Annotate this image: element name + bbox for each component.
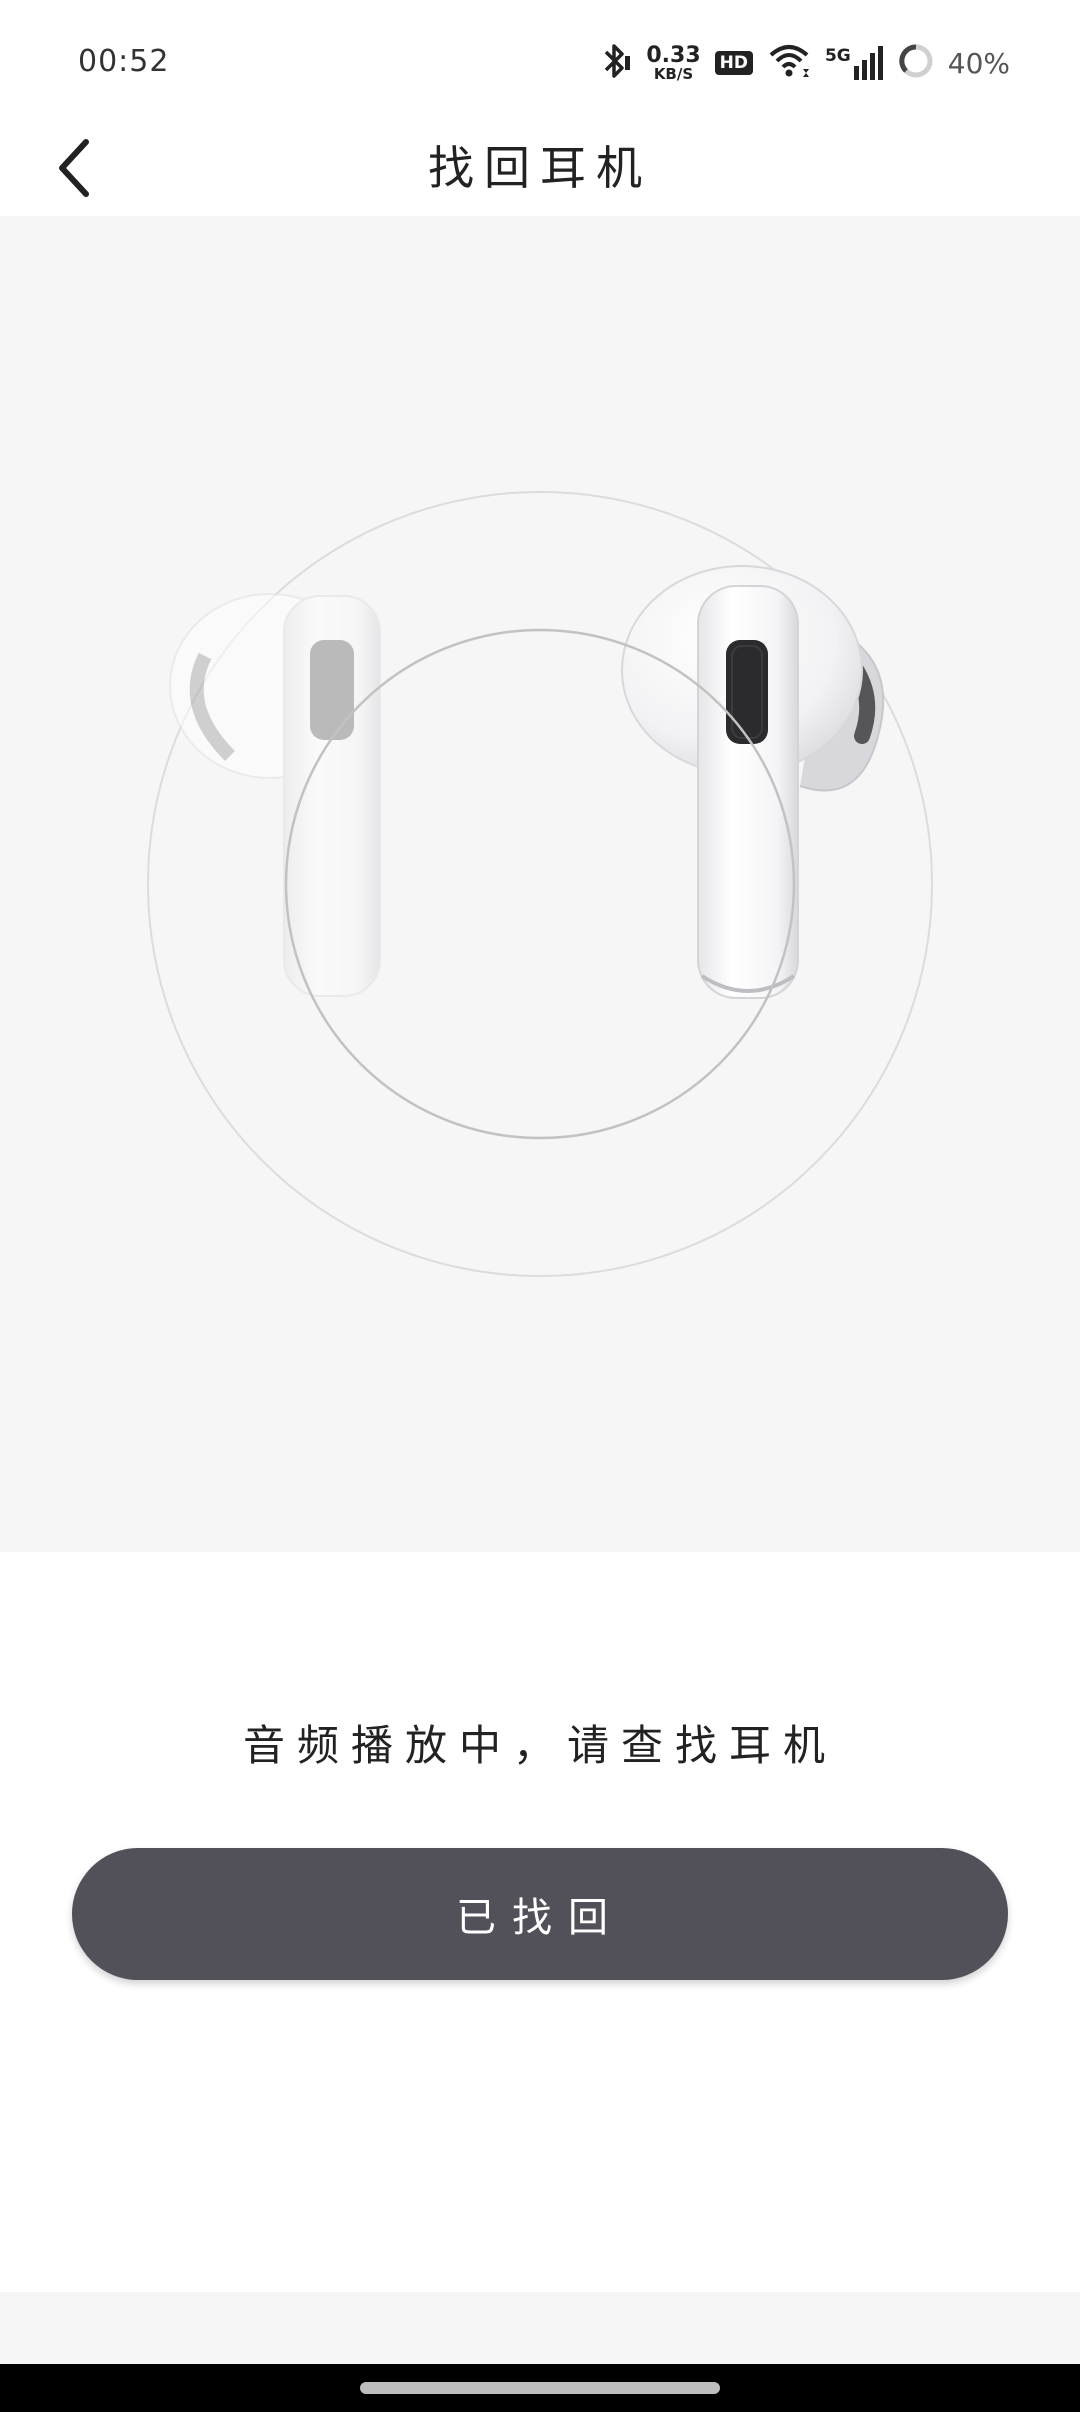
status-bar: 00:52 0.33 KB/S HD 5G 40% — [0, 0, 1080, 120]
bluetooth-icon — [598, 42, 632, 84]
net-speed-value: 0.33 — [646, 42, 701, 68]
hd-icon: HD — [714, 51, 753, 75]
found-button[interactable]: 已找回 — [72, 1848, 1008, 1980]
navigation-bar — [0, 2364, 1080, 2412]
right-earbud — [621, 565, 885, 999]
earbuds-illustration — [0, 216, 1080, 1552]
signal-5g-icon: 5G — [825, 46, 884, 80]
home-indicator[interactable] — [360, 2382, 720, 2394]
net-speed-unit: KB/S — [653, 64, 694, 83]
footer-strip — [0, 2292, 1080, 2364]
page-title: 找回耳机 — [428, 141, 652, 195]
wifi-icon — [767, 43, 811, 83]
found-button-label: 已找回 — [456, 1895, 624, 1941]
net-speed: 0.33 KB/S — [646, 42, 701, 83]
battery-icon — [898, 43, 934, 83]
left-earbud — [169, 593, 381, 997]
status-hint-text: 音频播放中，请查找耳机 — [242, 1721, 837, 1770]
signal-label: 5G — [824, 46, 851, 66]
status-time: 00:52 — [78, 44, 170, 79]
screen: 00:52 0.33 KB/S HD 5G 40% 找回耳机 音频播放中，请查找… — [0, 0, 1080, 2412]
header: 找回耳机 — [0, 120, 1080, 216]
battery-percent: 40% — [947, 46, 1010, 80]
status-icons: 0.33 KB/S HD 5G 40% — [598, 38, 1010, 88]
